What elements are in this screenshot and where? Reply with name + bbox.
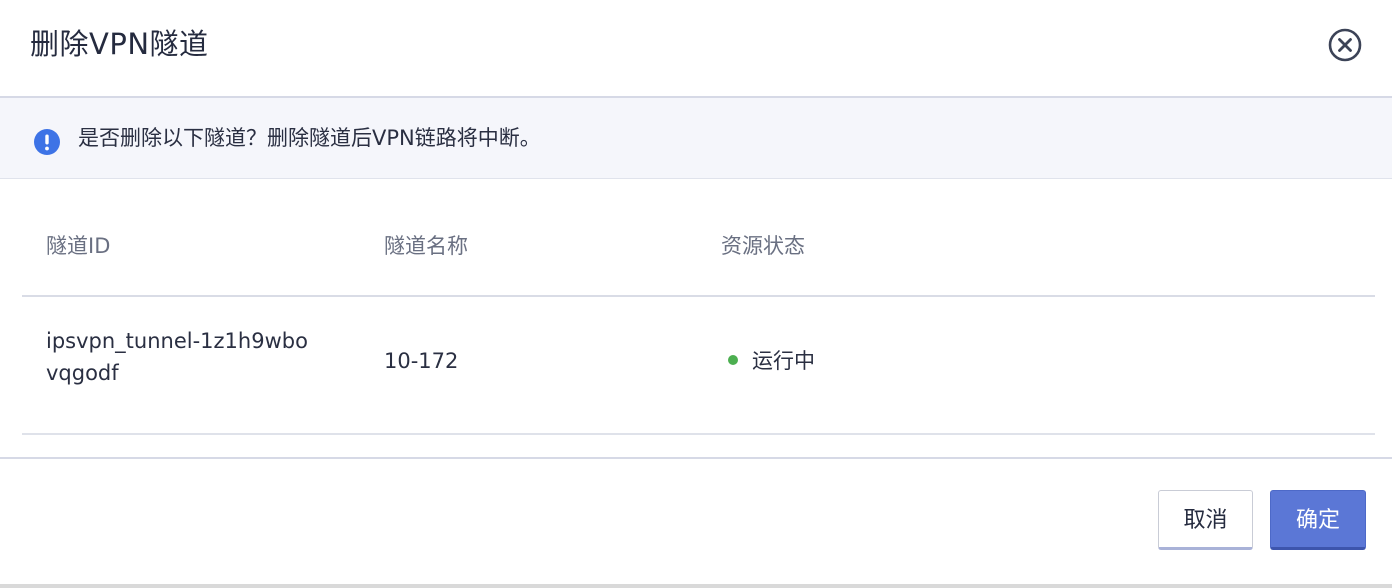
column-header-tunnel-name: 隧道名称: [384, 234, 468, 258]
dialog-header: 删除VPN隧道: [0, 0, 1392, 98]
delete-vpn-tunnel-dialog: 删除VPN隧道 是否删除以下隧道？删除隧道后VPN链路将中断。 隧道ID 隧道名…: [0, 0, 1392, 585]
warning-notice-text: 是否删除以下隧道？删除隧道后VPN链路将中断。: [78, 126, 541, 150]
tunnel-id-line-1: ipsvpn_tunnel-1z1h9wbo: [46, 329, 308, 353]
exclamation-circle-icon: [34, 129, 60, 155]
cancel-button[interactable]: 取消: [1158, 490, 1253, 550]
status-dot-icon: [728, 355, 738, 365]
tunnel-name-cell: 10-172: [384, 349, 459, 373]
footer-divider: [0, 457, 1392, 459]
tunnel-table: 隧道ID 隧道名称 资源状态 ipsvpn_tunnel-1z1h9wbo vq…: [22, 200, 1375, 435]
tunnel-id-cell: ipsvpn_tunnel-1z1h9wbo vqgodf: [46, 325, 308, 389]
dialog-title: 删除VPN隧道: [30, 27, 209, 61]
backdrop: [0, 584, 1392, 588]
column-header-tunnel-id: 隧道ID: [46, 234, 111, 258]
status-text: 运行中: [752, 349, 815, 373]
column-header-resource-status: 资源状态: [721, 234, 805, 258]
confirm-button[interactable]: 确定: [1270, 490, 1366, 550]
table-row: ipsvpn_tunnel-1z1h9wbo vqgodf 10-172 运行中: [22, 297, 1375, 435]
table-header: 隧道ID 隧道名称 资源状态: [22, 200, 1375, 297]
close-icon[interactable]: [1327, 27, 1363, 63]
tunnel-id-line-2: vqgodf: [46, 361, 119, 385]
resource-status-cell: 运行中: [728, 345, 815, 377]
